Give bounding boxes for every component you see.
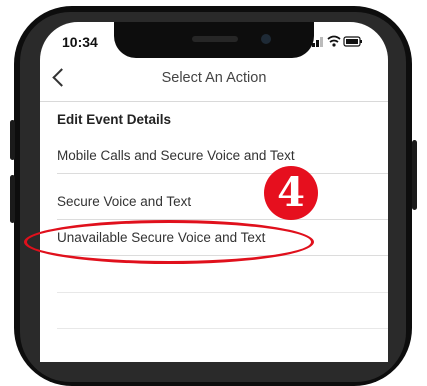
speaker-grille <box>192 36 238 42</box>
list-item-label: Secure Voice and Text <box>57 194 192 209</box>
action-secure-voice-text[interactable]: Secure Voice and Text <box>40 184 388 220</box>
wifi-icon <box>327 35 341 47</box>
page-title: Select An Action <box>161 70 267 86</box>
divider <box>57 328 388 329</box>
side-button <box>412 140 417 210</box>
side-button <box>10 120 15 160</box>
highlight-ellipse <box>24 220 314 264</box>
navigation-bar: Select An Action <box>40 62 388 102</box>
divider <box>57 173 388 174</box>
list-item-label: Mobile Calls and Secure Voice and Text <box>57 148 295 163</box>
front-camera <box>261 34 271 44</box>
side-button <box>10 175 15 223</box>
list-header: Edit Event Details <box>40 102 388 138</box>
signal-icon <box>312 37 323 47</box>
notch <box>114 22 314 58</box>
divider <box>57 292 388 293</box>
action-mobile-calls-secure-voice-text[interactable]: Mobile Calls and Secure Voice and Text <box>40 138 388 174</box>
status-time: 10:34 <box>62 34 98 50</box>
battery-icon <box>343 36 362 47</box>
phone-screen: 10:34 Select An Action Edit Event Detail… <box>40 22 388 362</box>
section-heading: Edit Event Details <box>57 112 172 127</box>
status-icons <box>312 34 364 48</box>
step-number-badge: 4 <box>264 166 318 220</box>
